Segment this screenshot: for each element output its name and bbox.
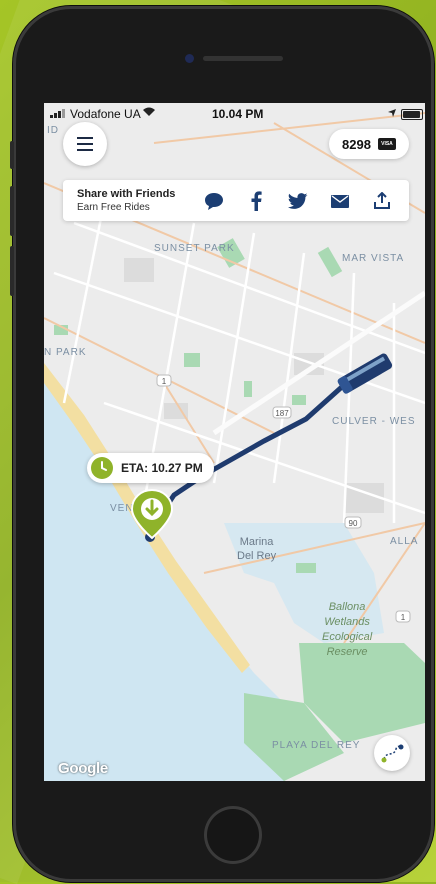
hamburger-icon-line xyxy=(77,149,93,151)
mail-icon[interactable] xyxy=(329,190,351,212)
share-card: Share with Friends Earn Free Rides xyxy=(63,180,409,221)
carrier-name: Vodafone UA xyxy=(70,107,141,121)
map-label-ballona-line4: Reserve xyxy=(326,646,368,658)
park-block xyxy=(296,563,316,573)
route-shield: 187 xyxy=(272,406,292,419)
location-arrow-icon xyxy=(387,107,397,121)
chat-bubble-icon[interactable] xyxy=(203,190,225,212)
park-block xyxy=(292,395,306,405)
volume-down-button xyxy=(10,246,14,296)
map-label-marina-del-rey: Marina Del Rey xyxy=(237,535,276,563)
earpiece-speaker xyxy=(203,56,283,61)
battery-icon xyxy=(401,109,423,120)
map-label-marina-line1: Marina xyxy=(239,536,274,548)
hamburger-icon-line xyxy=(77,143,93,145)
visa-card-icon: VISA xyxy=(377,138,396,150)
volume-up-button xyxy=(10,186,14,236)
share-subtitle: Earn Free Rides xyxy=(77,202,150,213)
clock-icon xyxy=(91,457,113,479)
route-overview-button[interactable] xyxy=(374,735,410,771)
eta-text: ETA: 10.27 PM xyxy=(121,461,203,475)
menu-button[interactable] xyxy=(63,122,107,166)
map-label-mar-vista: MAR VISTA xyxy=(342,253,405,264)
map-label-playa-del-rey: PLAYA DEL REY xyxy=(272,740,361,751)
map-label-ballona-wetlands: Ballona Wetlands Ecological Reserve xyxy=(322,600,372,660)
route-shield: 1 xyxy=(156,374,172,387)
map-label-alla: ALLA xyxy=(390,536,419,547)
park-block xyxy=(184,353,200,367)
google-attribution: Google xyxy=(58,760,108,777)
svg-text:1: 1 xyxy=(401,613,406,622)
map-label-ballona-line2: Wetlands xyxy=(324,616,370,628)
svg-text:90: 90 xyxy=(349,519,358,528)
map-label-marina-line2: Del Rey xyxy=(237,550,277,562)
map-label-culver: CULVER - WES xyxy=(332,416,416,427)
facebook-icon[interactable] xyxy=(245,190,267,212)
map-label-district: ID xyxy=(47,125,59,136)
card-digits: 8298 xyxy=(342,136,371,152)
destination-pin-icon[interactable] xyxy=(130,488,174,540)
signal-icon xyxy=(50,109,65,118)
status-time: 10.04 PM xyxy=(212,107,264,121)
route-dots-icon xyxy=(381,744,404,763)
payment-pill[interactable]: 8298 VISA xyxy=(329,129,409,159)
svg-text:1: 1 xyxy=(162,377,167,386)
twitter-icon[interactable] xyxy=(287,190,309,212)
svg-text:187: 187 xyxy=(275,409,289,418)
map-label-ballona-line3: Ecological xyxy=(322,631,373,643)
share-title: Share with Friends xyxy=(77,188,176,200)
park-block xyxy=(244,381,252,397)
home-button[interactable] xyxy=(204,806,262,864)
mute-switch xyxy=(10,141,14,169)
share-upload-icon[interactable] xyxy=(371,190,393,212)
route-shield: 1 xyxy=(395,610,411,623)
status-bar: Vodafone UA 10.04 PM xyxy=(44,103,425,125)
map-label-park: N PARK xyxy=(44,347,87,358)
wifi-icon xyxy=(142,106,156,120)
eta-bubble: ETA: 10.27 PM xyxy=(87,453,214,483)
route-shield: 90 xyxy=(344,516,362,529)
map-label-sunset-park: SUNSET PARK xyxy=(154,243,235,254)
map-label-ballona-line1: Ballona xyxy=(328,601,366,613)
app-screen: 1 187 90 1 ID SUNSET PARK MAR VISTA N PA… xyxy=(44,103,425,781)
front-camera xyxy=(185,54,194,63)
hamburger-icon-line xyxy=(77,137,93,139)
building-block xyxy=(124,258,154,282)
